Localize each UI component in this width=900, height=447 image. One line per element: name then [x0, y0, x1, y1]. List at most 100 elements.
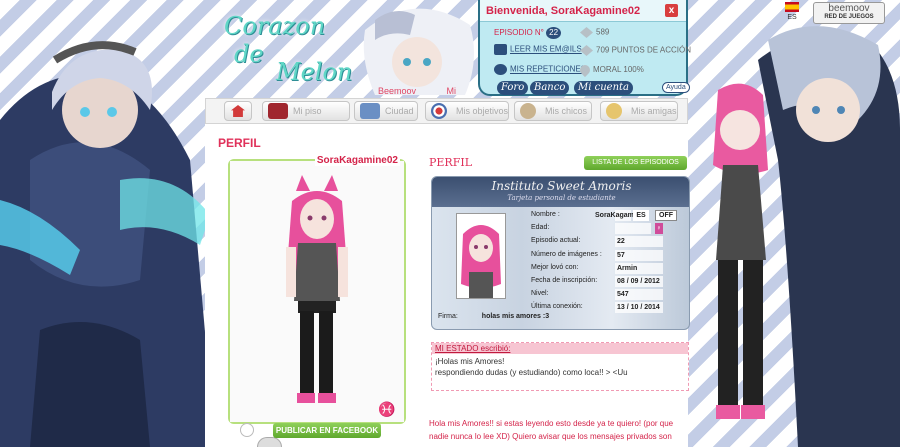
beemoov-logo[interactable]: beemoov RED DE JUEGOS: [813, 2, 885, 24]
girl-face-icon: [606, 103, 622, 119]
field-label: Episodio actual:: [531, 237, 581, 245]
field-label: Mejor lovó con:: [531, 263, 579, 271]
id-row-images: Número de imágenes : 57: [531, 249, 679, 262]
id-card-header: Instituto Sweet Amoris Tarjeta personal …: [432, 177, 689, 207]
tab-objectives[interactable]: Mis objetivos: [425, 101, 509, 121]
bank-button[interactable]: Banco: [530, 81, 570, 95]
last-connection-value: 13 / 10 / 2014: [615, 302, 663, 314]
id-row-age: Edad: ♀: [531, 222, 679, 235]
panel-header: Bienvenida, SoraKagamine02 x: [480, 0, 686, 22]
profile-content: PERFIL SoraKagamine02 ♓ PUBLICAR EN FACE…: [205, 124, 690, 447]
page-title: PERFIL: [218, 136, 261, 150]
tab-boys[interactable]: Mis chicos: [514, 101, 592, 121]
target-icon: [431, 103, 447, 119]
field-label: Número de imágenes :: [531, 250, 602, 258]
status-header[interactable]: MI ESTADO escribió:: [432, 343, 688, 354]
status-line1: ¡Holas mis Amores!: [435, 357, 505, 366]
signature-value: holas mis amores :3: [481, 313, 550, 320]
id-row-signup-date: Fecha de inscripción: 08 / 09 / 2012: [531, 275, 679, 288]
tab-friends[interactable]: Mis amigas: [600, 101, 678, 121]
avatar-figure: [230, 161, 404, 422]
images-value: 57: [615, 249, 663, 261]
profile-subtitle: PERFIL: [429, 156, 472, 169]
avatar-username: SoraKagamine02: [314, 155, 400, 166]
repetitions-link[interactable]: MIS REPETICIONES: [494, 64, 586, 75]
spain-flag-icon: [785, 2, 799, 12]
beemoov-subtitle: RED DE JUEGOS: [824, 14, 874, 20]
welcome-text: Bienvenida, SoraKagamine02: [486, 5, 641, 17]
name-value: SoraKagam...: [595, 212, 640, 219]
help-button[interactable]: Ayuda: [662, 82, 690, 93]
forum-button[interactable]: Foro: [497, 81, 529, 95]
moral-stat: MORAL 100%: [577, 62, 644, 78]
id-card-fields: Nombre : SoraKagam... ES OFF Edad: ♀ Epi…: [531, 209, 679, 315]
beemoov-credit: Beemoov Mi: [378, 86, 456, 96]
student-id-card: Instituto Sweet Amoris Tarjeta personal …: [431, 176, 690, 330]
language-value: ES: [633, 210, 649, 221]
action-points-value: 709 PUNTOS DE ACCIÓN: [596, 45, 691, 55]
avatar-card: SoraKagamine02 ♓: [228, 155, 406, 424]
logo-line1: Corazon: [224, 12, 326, 40]
tab-label: Mis chicos: [545, 106, 588, 116]
episode-label: EPISODIO N°: [494, 28, 544, 37]
tab-label: Mi piso: [293, 106, 322, 116]
logo-line3: Melon: [276, 58, 353, 86]
home-icon: [231, 105, 245, 117]
id-card-subtitle: Tarjeta personal de estudiante: [507, 194, 616, 202]
field-label: Nombre :: [531, 211, 560, 218]
read-emails-link[interactable]: LEER MIS EM@ILS: [494, 44, 582, 55]
status-line2: respondiendo dudas (y estudiando) como l…: [435, 368, 628, 377]
profile-message: Hola mis Amores!! si estas leyendo esto …: [429, 419, 674, 441]
mail-icon: [494, 44, 507, 55]
status-text: ¡Holas mis Amores! respondiendo dudas (y…: [432, 354, 688, 380]
boy-face-icon: [520, 103, 536, 119]
tab-home[interactable]: [224, 101, 252, 121]
sofa-icon: [268, 103, 288, 119]
signature-line: Firma: holas mis amores :3: [438, 313, 549, 320]
action-points-stat: 709 PUNTOS DE ACCIÓN: [580, 45, 691, 56]
heart-icon: [577, 62, 593, 78]
id-card-title: Instituto Sweet Amoris: [491, 179, 632, 193]
tab-city[interactable]: Ciudad: [354, 101, 418, 121]
publish-facebook-button[interactable]: PUBLICAR EN FACEBOOK: [273, 423, 381, 438]
episode-list-button[interactable]: LISTA DE LOS EPISODIOS: [584, 156, 687, 170]
header-character-art: [355, 0, 485, 100]
tab-my-flat[interactable]: Mi piso: [262, 101, 350, 121]
account-button[interactable]: Mi cuenta: [574, 81, 633, 95]
main-nav: Mi piso Ciudad Mis objetivos Mis chicos …: [205, 98, 688, 124]
read-emails-label: LEER MIS EM@ILS: [510, 44, 582, 54]
tab-label: Ciudad: [385, 106, 414, 116]
language-selector[interactable]: ES: [783, 2, 801, 24]
id-row-level: Nivel: 547: [531, 288, 679, 301]
credit-text: Beemoov: [378, 86, 417, 96]
scroll-handle[interactable]: [257, 437, 282, 447]
moral-value: MORAL 100%: [593, 65, 644, 75]
player-panel: Bienvenida, SoraKagamine02 x EPISODIO N°…: [478, 0, 691, 96]
episode-number: 22: [546, 27, 562, 39]
refresh-icon: [494, 64, 507, 75]
episode-indicator: EPISODIO N° 22: [494, 27, 562, 39]
best-lovo-value: Armin: [615, 262, 663, 274]
coin-icon: [580, 27, 593, 38]
field-label: Fecha de inscripción:: [531, 276, 598, 284]
credit-suffix: Mi: [446, 86, 457, 96]
id-card-photo: [456, 213, 506, 299]
zodiac-icon: ♓: [378, 401, 396, 417]
level-value: 547: [615, 289, 663, 301]
coins-stat: 589: [580, 27, 609, 38]
star-icon: [580, 45, 593, 56]
id-row-episode: Episodio actual: 22: [531, 235, 679, 248]
episode-value: 22: [615, 236, 663, 248]
tab-label: Mis objetivos: [456, 106, 509, 116]
repetitions-label: MIS REPETICIONES: [510, 64, 587, 74]
language-code: ES: [787, 14, 797, 21]
signature-label: Firma:: [438, 313, 458, 320]
status-box: MI ESTADO escribió: ¡Holas mis Amores! r…: [431, 342, 689, 391]
id-row-last-connection: Última conexión: 13 / 10 / 2014: [531, 301, 679, 314]
field-label: Última conexión:: [531, 303, 583, 311]
close-icon[interactable]: x: [665, 4, 678, 17]
field-label: Nivel:: [531, 290, 549, 298]
gift-icon[interactable]: [240, 423, 254, 437]
age-value: [615, 223, 651, 235]
logo-line2: de: [234, 40, 264, 68]
